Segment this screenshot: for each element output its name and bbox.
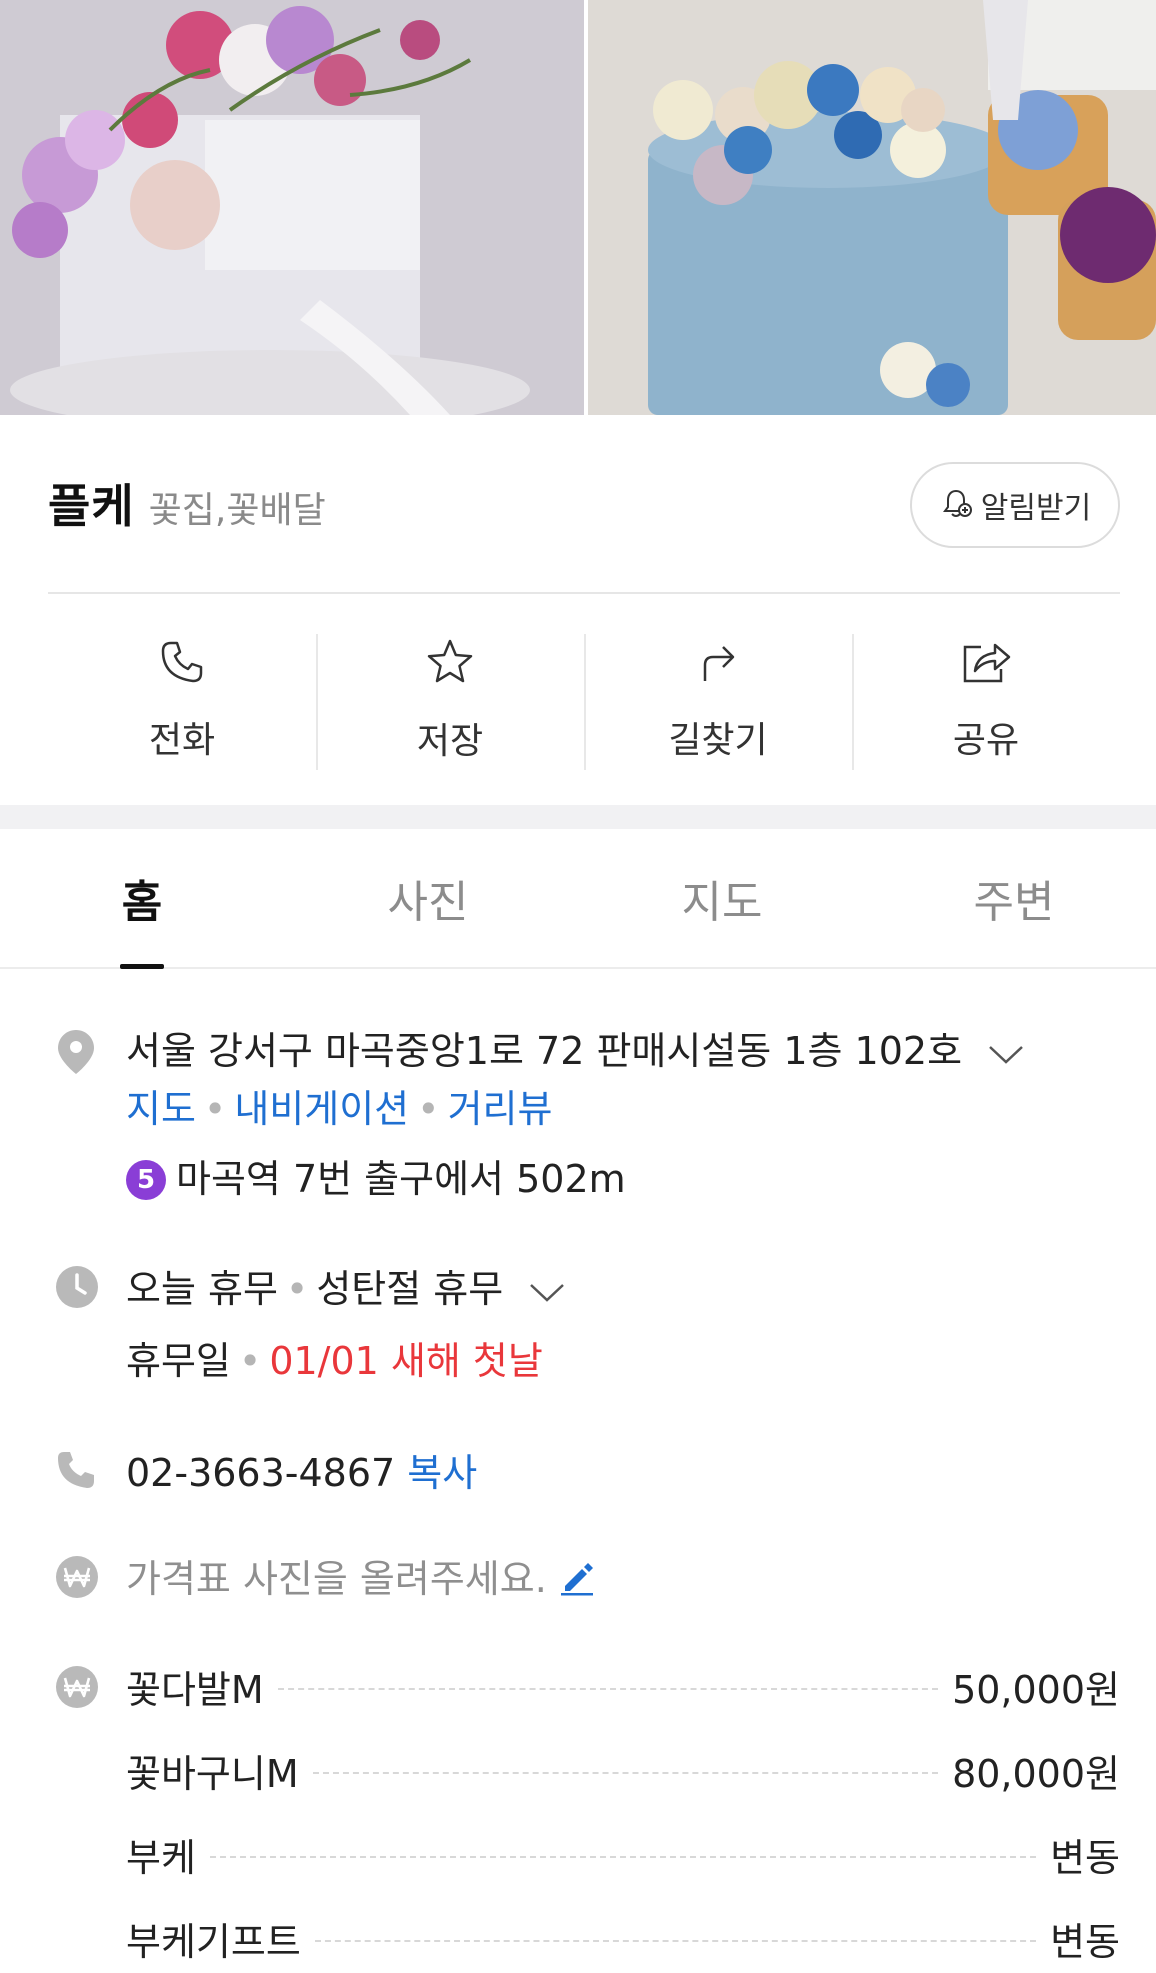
address-links: 지도 • 내비게이션 • 거리뷰 xyxy=(126,1087,553,1131)
star-icon xyxy=(424,636,476,692)
tab-photos[interactable]: 사진 xyxy=(284,829,572,967)
phone-icon xyxy=(54,1448,98,1492)
subway-line-badge: 5 xyxy=(126,1160,166,1200)
menu-item-price: 80,000원 xyxy=(952,1751,1120,1796)
subway-info: 5 마곡역 7번 출구에서 502m xyxy=(126,1148,626,1203)
pencil-icon[interactable] xyxy=(559,1557,595,1601)
photo-strip xyxy=(0,0,1156,415)
menu-item: 부케 변동 xyxy=(126,1826,1120,1882)
directions-button[interactable]: 길찾기 xyxy=(584,630,852,770)
tab-nearby[interactable]: 주변 xyxy=(872,829,1156,967)
leader-dots xyxy=(209,1856,1037,1858)
action-label: 공유 xyxy=(952,720,1020,761)
action-label: 길찾기 xyxy=(668,720,768,761)
hours-note: 성탄절 휴무 xyxy=(316,1267,504,1311)
menu-item: 부케기프트 변동 xyxy=(126,1910,1120,1966)
chevron-down-icon[interactable] xyxy=(986,1032,1026,1076)
call-button[interactable]: 전화 xyxy=(48,630,316,770)
hours-today: 오늘 휴무 xyxy=(126,1267,278,1311)
action-bar: 전화 저장 길찾기 공유 xyxy=(48,630,1120,770)
won-icon xyxy=(54,1554,98,1598)
place-category: 꽃집,꽃배달 xyxy=(148,490,326,531)
photo-flower-box[interactable] xyxy=(0,0,584,415)
menu-item-price: 50,000원 xyxy=(952,1667,1120,1712)
tab-bar: 홈 사진 지도 주변 xyxy=(0,829,1156,969)
share-icon xyxy=(959,637,1013,691)
phone-icon xyxy=(157,637,207,691)
menu-item-price: 변동 xyxy=(1050,1919,1120,1964)
divider xyxy=(48,592,1120,594)
action-label: 저장 xyxy=(416,721,484,762)
address-text: 서울 강서구 마곡중앙1로 72 판매시설동 1층 102호 xyxy=(126,1029,963,1073)
street-view-link[interactable]: 거리뷰 xyxy=(448,1087,553,1131)
chevron-down-icon[interactable] xyxy=(527,1270,567,1314)
price-prompt[interactable]: 가격표 사진을 올려주세요. xyxy=(126,1548,595,1603)
leader-dots xyxy=(314,1940,1037,1942)
menu-item-name: 꽃다발M xyxy=(126,1667,264,1712)
menu-item-name: 꽃바구니M xyxy=(126,1751,299,1796)
leader-dots xyxy=(277,1688,939,1690)
place-header: 플케 꽃집,꽃배달 xyxy=(48,470,326,536)
menu-item-price: 변동 xyxy=(1050,1835,1120,1880)
tab-home[interactable]: 홈 xyxy=(0,829,284,967)
place-name: 플케 xyxy=(48,479,135,533)
phone-line: 02-3663-4867 복사 xyxy=(126,1442,477,1497)
notify-button[interactable]: 알림받기 xyxy=(910,462,1120,548)
menu-item: 꽃다발M 50,000원 xyxy=(126,1658,1120,1714)
holiday-label: 휴무일 xyxy=(126,1339,231,1383)
subway-text: 마곡역 7번 출구에서 502m xyxy=(176,1157,626,1201)
price-prompt-text: 가격표 사진을 올려주세요. xyxy=(126,1557,547,1601)
menu-item: 꽃바구니M 80,000원 xyxy=(126,1742,1120,1798)
action-label: 전화 xyxy=(148,720,216,761)
tab-map[interactable]: 지도 xyxy=(572,829,872,967)
menu-item-name: 부케기프트 xyxy=(126,1919,301,1964)
directions-icon xyxy=(693,637,743,691)
save-button[interactable]: 저장 xyxy=(316,630,584,770)
menu-item-name: 부케 xyxy=(126,1835,196,1880)
hours-line[interactable]: 오늘 휴무 • 성탄절 휴무 xyxy=(126,1258,567,1314)
notify-label: 알림받기 xyxy=(980,491,1092,526)
share-button[interactable]: 공유 xyxy=(852,630,1120,770)
section-separator xyxy=(0,805,1156,829)
bell-plus-icon xyxy=(939,486,973,524)
holiday-value: 01/01 새해 첫날 xyxy=(269,1339,543,1383)
phone-number[interactable]: 02-3663-4867 xyxy=(126,1451,395,1495)
address-line[interactable]: 서울 강서구 마곡중앙1로 72 판매시설동 1층 102호 xyxy=(126,1020,1026,1076)
map-link[interactable]: 지도 xyxy=(126,1087,196,1131)
clock-icon xyxy=(54,1264,98,1308)
location-pin-icon xyxy=(54,1028,98,1074)
photo-flower-cake[interactable] xyxy=(588,0,1156,415)
navigation-link[interactable]: 내비게이션 xyxy=(234,1087,409,1131)
holiday-line: 휴무일 • 01/01 새해 첫날 xyxy=(126,1339,543,1383)
copy-phone-link[interactable]: 복사 xyxy=(407,1451,477,1495)
leader-dots xyxy=(312,1772,939,1774)
won-icon xyxy=(54,1664,98,1708)
